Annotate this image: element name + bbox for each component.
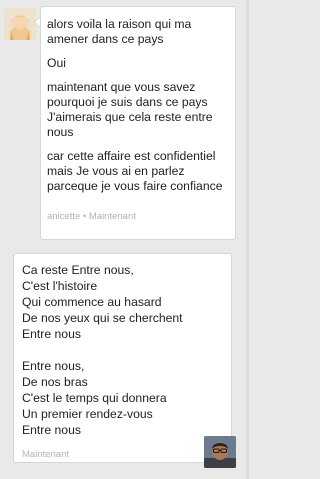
own-avatar[interactable] [204, 436, 236, 468]
message-meta: anicette • Maintenant [47, 211, 136, 222]
chat-thread: alors voila la raison qui ma amener dans… [0, 0, 249, 479]
message-meta: Maintenant [22, 449, 70, 460]
user-avatar-icon [4, 8, 36, 40]
message-text: Entre nous, De nos bras C'est le temps q… [22, 359, 167, 437]
user-avatar-icon [204, 436, 236, 468]
incoming-message-bubble: alors voila la raison qui ma amener dans… [41, 7, 235, 239]
message-text: alors voila la raison qui ma amener dans… [47, 17, 192, 46]
message-text: car cette affaire est confidentiel mais … [47, 149, 223, 193]
outgoing-message-bubble: Ca reste Entre nous, C'est l'histoire Qu… [14, 254, 231, 462]
contact-avatar[interactable] [4, 8, 36, 40]
scrollbar[interactable] [246, 0, 249, 479]
message-text: Ca reste Entre nous, C'est l'histoire Qu… [22, 263, 183, 341]
message-text: Oui [47, 56, 66, 70]
message-text: maintenant que vous savez pourquoi je su… [47, 80, 213, 139]
